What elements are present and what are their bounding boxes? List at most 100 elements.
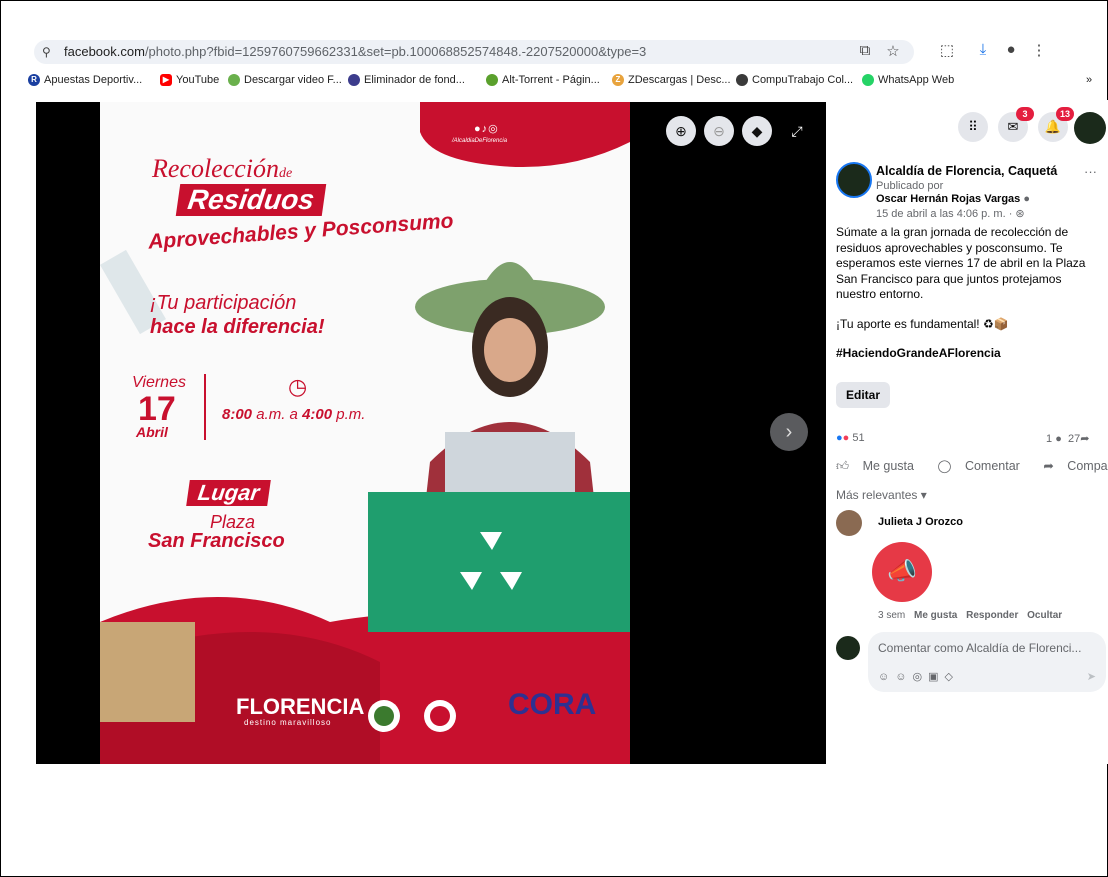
poster-handle: /AlcaldiaDeFlorencia (452, 138, 508, 144)
poster-tagline-2: hace la diferencia! (150, 316, 325, 338)
avatar-sticker-icon[interactable]: ☺ (878, 671, 895, 683)
poster-place: San Francisco (148, 530, 285, 552)
share-button[interactable]: ➦ Compartir (1043, 459, 1108, 473)
clock-icon: ◷ (288, 374, 308, 399)
social-icons: ●♪◎ (474, 123, 499, 135)
edit-button[interactable]: Editar (836, 382, 890, 408)
composer-tools: ☺☺◎▣◇ (878, 670, 959, 683)
comment-composer[interactable]: Comentar como Alcaldía de Florenci... ☺☺… (868, 632, 1106, 692)
bookmark-alt-torrent[interactable]: Alt-Torrent - Págin... (486, 74, 600, 86)
reactions-summary[interactable]: ●● 51 (836, 432, 865, 444)
bookmark-whatsapp[interactable]: WhatsApp Web (862, 74, 954, 86)
comment-hide-link[interactable]: Ocultar (1027, 610, 1062, 621)
author-link[interactable]: Oscar Hernán Rojas Vargas ● (876, 193, 1030, 205)
bookmark-favicon (486, 74, 498, 86)
bookmarks-bar: R Apuestas Deportiv... ▶ YouTube Descargar… (28, 74, 1108, 92)
composer-avatar (836, 636, 860, 660)
poster-title: Recolecciónde (152, 154, 293, 183)
event-poster-image[interactable]: ●♪◎ /AlcaldiaDeFlorencia Recolecciónde R… (100, 102, 630, 764)
share-icon: ➦ (1043, 459, 1054, 473)
poster-time: 8:00 a.m. a 4:00 p.m. (222, 406, 366, 423)
comment-like-link[interactable]: Me gusta (914, 610, 957, 621)
profile-icon[interactable]: ● (1000, 41, 1022, 58)
post-text-2: ¡Tu aporte es fundamental! ♻📦 (836, 316, 1009, 331)
emoji-icon[interactable]: ☺ (895, 671, 912, 683)
info-icon: ● (1023, 193, 1031, 205)
bookmark-zdescargas[interactable]: Z ZDescargas | Desc... (612, 74, 731, 86)
like-button[interactable]: 👍︎ Me gusta (836, 459, 924, 473)
florencia-tagline: destino maravilloso (244, 718, 332, 727)
post-date[interactable]: 15 de abril a las 4:06 p. m. · ⊛ (876, 207, 1025, 220)
bookmark-favicon: Z (612, 74, 624, 86)
bookmark-computrabajo[interactable]: CompuTrabajo Col... (736, 74, 853, 86)
like-reaction-icon: ● (836, 432, 843, 444)
send-icon[interactable]: ➤ (1087, 670, 1096, 683)
notifications-bell-icon[interactable]: 🔔 13 (1038, 107, 1074, 142)
post-options-icon[interactable]: ··· (1084, 164, 1097, 179)
bookmark-eliminador[interactable]: Eliminador de fond... (348, 74, 465, 86)
bookmark-descargar[interactable]: Descargar video F... (228, 74, 342, 86)
whatsapp-icon (862, 74, 874, 86)
post-body: Súmate a la gran jornada de recolección … (836, 225, 1102, 376)
bookmark-star-icon[interactable]: ☆ (882, 42, 904, 60)
post-text: Súmate a la gran jornada de recolección … (836, 225, 1086, 301)
hashtag-link[interactable]: #HaciendoGrandeAFlorencia (836, 346, 1102, 362)
page-name-link[interactable]: Alcaldía de Florencia, Caquetá (876, 164, 1057, 178)
next-photo-button[interactable]: › (770, 413, 808, 451)
messenger-badge: 3 (1016, 107, 1034, 121)
comment-age[interactable]: 3 sem (878, 610, 905, 621)
poster-divider (204, 374, 206, 440)
published-by-label: Publicado por (876, 180, 944, 192)
extensions-icon[interactable]: ⬚ (936, 41, 958, 59)
bookmark-favicon (228, 74, 240, 86)
notifications-badge: 13 (1056, 107, 1074, 121)
poster-title-residuos: Residuos (175, 184, 327, 216)
bookmark-favicon: R (28, 74, 40, 86)
apps-menu-icon[interactable]: ⠿ (958, 112, 988, 142)
poster-lugar-label: Lugar (186, 480, 271, 506)
zoom-in-icon[interactable]: ⊕ (666, 116, 696, 146)
address-bar: ⚲ facebook.com/photo.php?fbid=1259760759… (34, 38, 1108, 66)
comment-count-icon: ● (1055, 433, 1062, 445)
account-avatar[interactable] (1074, 112, 1106, 144)
camera-icon[interactable]: ◎ (912, 671, 928, 683)
thumbs-up-icon: 👍︎ (836, 459, 850, 473)
comment-icon: ◯ (937, 459, 952, 473)
cora-logo: CORA (508, 688, 597, 721)
post-sidebar: ⠿ ✉ 3 🔔 13 Alcaldía de Florencia, Caquetá … (828, 100, 1108, 764)
menu-icon[interactable]: ⋮ (1028, 41, 1050, 59)
poster-tagline-1: ¡Tu participación (150, 292, 297, 314)
site-info-icon[interactable]: ⚲ (42, 45, 51, 59)
youtube-icon: ▶ (160, 74, 172, 86)
sticker-icon[interactable]: ◇ (944, 671, 958, 683)
love-reaction-icon: ● (842, 432, 850, 444)
page-avatar[interactable] (836, 162, 872, 198)
bookmark-favicon (736, 74, 748, 86)
audience-globe-icon: ⊛ (1015, 208, 1025, 220)
url-field[interactable]: ⚲ facebook.com/photo.php?fbid=1259760759… (34, 40, 914, 64)
fullscreen-icon[interactable]: ⤢ (782, 116, 812, 146)
install-app-icon[interactable]: ⧉ (854, 42, 876, 59)
zoom-out-icon[interactable]: ⊖ (704, 116, 734, 146)
tag-icon[interactable]: ◆ (742, 116, 772, 146)
messenger-icon[interactable]: ✉ 3 (998, 107, 1034, 142)
commenter-avatar[interactable] (836, 510, 862, 536)
url-text: facebook.com/photo.php?fbid=125976075966… (64, 44, 647, 59)
post-actions: 👍︎ Me gusta ◯ Comentar ➦ Compartir (836, 458, 1108, 474)
download-icon[interactable]: ⤓ (972, 41, 994, 58)
megaphone-sticker: 📣 (872, 542, 932, 602)
commenter-name[interactable]: Julieta J Orozco (878, 516, 963, 528)
engagement-counts[interactable]: 1 ● 27➦ (1046, 432, 1089, 445)
comment-meta: 3 sem Me gusta Responder Ocultar (878, 610, 1062, 621)
bookmark-apuestas[interactable]: R Apuestas Deportiv... (28, 74, 142, 86)
share-count-icon: ➦ (1080, 433, 1090, 445)
gif-icon[interactable]: ▣ (928, 671, 944, 683)
bookmarks-overflow-button[interactable]: » (1086, 74, 1092, 86)
comment-sort-dropdown[interactable]: Más relevantes ▾ (836, 488, 927, 502)
florencia-logo: FLORENCIA (236, 694, 365, 719)
bookmark-favicon (348, 74, 360, 86)
bookmark-youtube[interactable]: ▶ YouTube (160, 74, 219, 86)
comment-button[interactable]: ◯ Comentar (937, 459, 1029, 473)
comment-reply-link[interactable]: Responder (966, 610, 1018, 621)
comment-input-placeholder[interactable]: Comentar como Alcaldía de Florenci... (878, 641, 1081, 655)
